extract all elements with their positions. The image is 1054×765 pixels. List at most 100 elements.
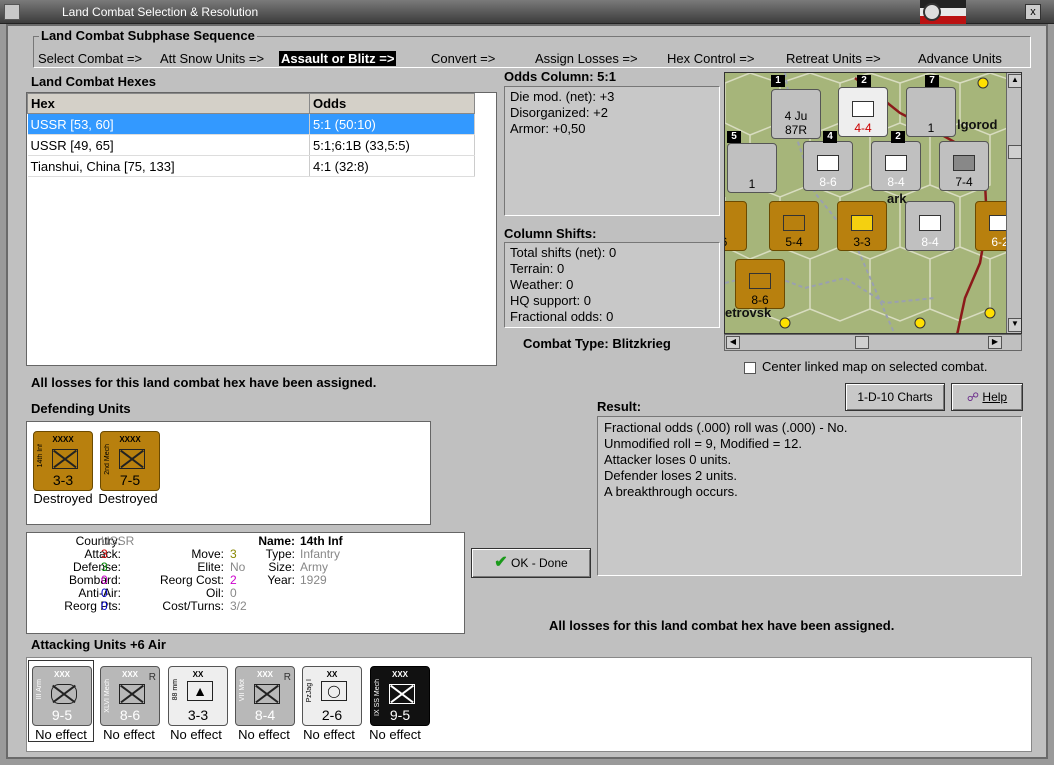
unit-values: 2-6 bbox=[321, 707, 343, 723]
center-linked-checkbox[interactable] bbox=[744, 362, 756, 374]
unit-status: No effect bbox=[170, 727, 222, 742]
table-row[interactable]: USSR [49, 65] 5:1;6:1B (33,5:5) bbox=[27, 134, 475, 156]
map-unit-xlvi[interactable]: 8-6 bbox=[803, 141, 853, 191]
linked-map[interactable]: 4 Ju 87R 4-4 1 1 8-6 8-4 7-4 -6 5-4 3-3 … bbox=[724, 72, 1022, 334]
mech-icon bbox=[119, 449, 145, 469]
scroll-right-icon[interactable]: ▶ bbox=[988, 336, 1002, 349]
seq-step-active-label: Assault or Blitz => bbox=[279, 51, 397, 66]
unit-symbol-icon bbox=[749, 273, 771, 289]
result-line: Unmodified roll = 9, Modified = 12. bbox=[604, 436, 802, 451]
info-labels-col2: Move: Elite: Reorg Cost: Oil: Cost/Turns… bbox=[160, 548, 224, 613]
odds-box: Die mod. (net): +3 Disorganized: +2 Armo… bbox=[504, 86, 720, 216]
map-unit-values: 7-4 bbox=[955, 175, 973, 189]
unit-values: 7-5 bbox=[119, 472, 141, 488]
map-unit-44th[interactable]: 5-4 bbox=[769, 201, 819, 251]
defending-unit-2nd-mech[interactable]: XXXX 2nd Mech 7-5 bbox=[100, 431, 160, 491]
unit-name: 2nd Mech bbox=[104, 444, 111, 475]
losses-message-bottom: All losses for this land combat hex have… bbox=[549, 618, 895, 633]
attacking-unit-xlvi-mech[interactable]: XXX XLVI Mech R 8-6 bbox=[100, 666, 160, 726]
map-place-label: lgorod bbox=[957, 117, 998, 132]
col-hex[interactable]: Hex bbox=[27, 93, 310, 114]
odds-line: Armor: +0,50 bbox=[510, 121, 586, 136]
scroll-up-icon[interactable]: ▲ bbox=[1008, 74, 1021, 88]
unit-values: 3-3 bbox=[52, 472, 74, 488]
map-unit-values: 1 bbox=[927, 121, 935, 135]
map-unit-fw190[interactable]: 1 bbox=[906, 87, 956, 137]
info-year: 1929 bbox=[300, 573, 327, 587]
map-pip: 2 bbox=[857, 75, 871, 87]
attacking-unit-ix-ss-mech[interactable]: XXX IX SS Mech 9-5 bbox=[370, 666, 430, 726]
map-place-label: etrovsk bbox=[725, 305, 772, 320]
reserve-badge: R bbox=[283, 672, 291, 683]
map-unit-8-4[interactable]: 8-4 bbox=[905, 201, 955, 251]
unit-status: No effect bbox=[35, 727, 87, 742]
table-row[interactable]: USSR [53, 60] 5:1 (50:10) bbox=[27, 113, 475, 135]
unit-status: No effect bbox=[103, 727, 155, 742]
center-linked-label: Center linked map on selected combat. bbox=[762, 359, 988, 374]
anti-tank-icon: ◯ bbox=[321, 681, 347, 701]
sequence-title: Land Combat Subphase Sequence bbox=[39, 28, 257, 43]
close-button[interactable]: x bbox=[1025, 4, 1041, 20]
cell-hex: Tianshui, China [75, 133] bbox=[27, 155, 310, 177]
flag-icon bbox=[920, 0, 966, 24]
attacking-unit-iii-arm[interactable]: XXX III Arm 9-5 bbox=[32, 666, 92, 726]
defending-title: Defending Units bbox=[31, 401, 131, 416]
map-vscrollbar[interactable]: ▲ ▼ bbox=[1006, 73, 1021, 333]
hexes-list[interactable]: Hex Odds USSR [53, 60] 5:1 (50:10) USSR … bbox=[26, 92, 497, 366]
shift-line: Total shifts (net): 0 bbox=[510, 245, 617, 260]
table-row[interactable]: Tianshui, China [75, 133] 4:1 (32:8) bbox=[27, 155, 475, 177]
infantry-icon bbox=[52, 449, 78, 469]
col-odds[interactable]: Odds bbox=[309, 93, 475, 114]
result-line: Defender loses 2 units. bbox=[604, 468, 737, 483]
odds-line: Die mod. (net): +3 bbox=[510, 89, 615, 104]
odds-title: Odds Column: 5:1 bbox=[504, 69, 616, 84]
map-unit-viii[interactable]: 4-4 bbox=[838, 87, 888, 137]
map-unit-stuka[interactable]: 4 Ju 87R bbox=[771, 89, 821, 139]
attacking-unit-pzjag[interactable]: XX PzJag I ◯ 2-6 bbox=[302, 666, 362, 726]
scroll-down-icon[interactable]: ▼ bbox=[1008, 318, 1021, 332]
map-unit-values: 3-3 bbox=[853, 235, 871, 249]
map-unit-1st-arm[interactable]: 8-6 bbox=[735, 259, 785, 309]
map-unit-bf109[interactable]: 1 bbox=[727, 143, 777, 193]
seq-step-select: Select Combat => bbox=[38, 51, 143, 66]
cell-odds: 4:1 (32:8) bbox=[309, 155, 475, 177]
ok-done-button[interactable]: ✔ OK - Done bbox=[471, 548, 591, 578]
mech-icon bbox=[119, 684, 145, 704]
mech-icon bbox=[389, 684, 415, 704]
scroll-thumb[interactable] bbox=[1008, 145, 1021, 159]
unit-size: XX bbox=[192, 670, 204, 679]
map-unit-14th[interactable]: 3-3 bbox=[837, 201, 887, 251]
unit-name: 14th Inf bbox=[37, 444, 44, 468]
help-label: Help bbox=[982, 390, 1008, 404]
map-unit-edge[interactable]: -6 bbox=[725, 201, 747, 251]
checkmark-icon: ✔ bbox=[494, 554, 508, 571]
map-hscrollbar[interactable]: ◀ ▶ bbox=[724, 334, 1022, 351]
unit-symbol-icon bbox=[852, 101, 874, 117]
map-pip: 4 bbox=[823, 131, 837, 143]
unit-symbol-icon bbox=[885, 155, 907, 171]
unit-status: Destroyed bbox=[98, 491, 158, 506]
info-reorgpts: 0 bbox=[101, 599, 108, 613]
map-unit-values: 1 bbox=[748, 177, 756, 191]
map-pip: 2 bbox=[891, 131, 905, 143]
attacking-unit-88mm[interactable]: XX 88 mm ▲ 3-3 bbox=[168, 666, 228, 726]
attacking-unit-vii-mot[interactable]: XXX VII Mot R 8-4 bbox=[235, 666, 295, 726]
result-line: Attacker loses 0 units. bbox=[604, 452, 732, 467]
reserve-badge: R bbox=[148, 672, 156, 683]
map-unit-values: 8-4 bbox=[921, 235, 939, 249]
defending-unit-14th-inf[interactable]: XXXX 14th Inf 3-3 bbox=[33, 431, 93, 491]
unit-name: III Arm bbox=[36, 679, 43, 700]
map-unit-inf[interactable]: 7-4 bbox=[939, 141, 989, 191]
hscroll-thumb[interactable] bbox=[855, 336, 869, 349]
result-line: Fractional odds (.000) roll was (.000) -… bbox=[604, 420, 848, 435]
info-labels-col3: Name: Type: Size: Year: bbox=[258, 535, 295, 587]
unit-values: 9-5 bbox=[51, 707, 73, 723]
attacking-title: Attacking Units +6 Air bbox=[31, 637, 166, 652]
map-unit-vii[interactable]: 8-4 bbox=[871, 141, 921, 191]
seq-step-convert: Convert => bbox=[431, 51, 496, 66]
shift-line: Weather: 0 bbox=[510, 277, 574, 292]
help-button[interactable]: ☍ Help bbox=[951, 383, 1023, 411]
scroll-left-icon[interactable]: ◀ bbox=[726, 336, 740, 349]
book-icon: ☍ bbox=[966, 390, 980, 404]
charts-button[interactable]: 1-D-10 Charts bbox=[845, 383, 945, 411]
